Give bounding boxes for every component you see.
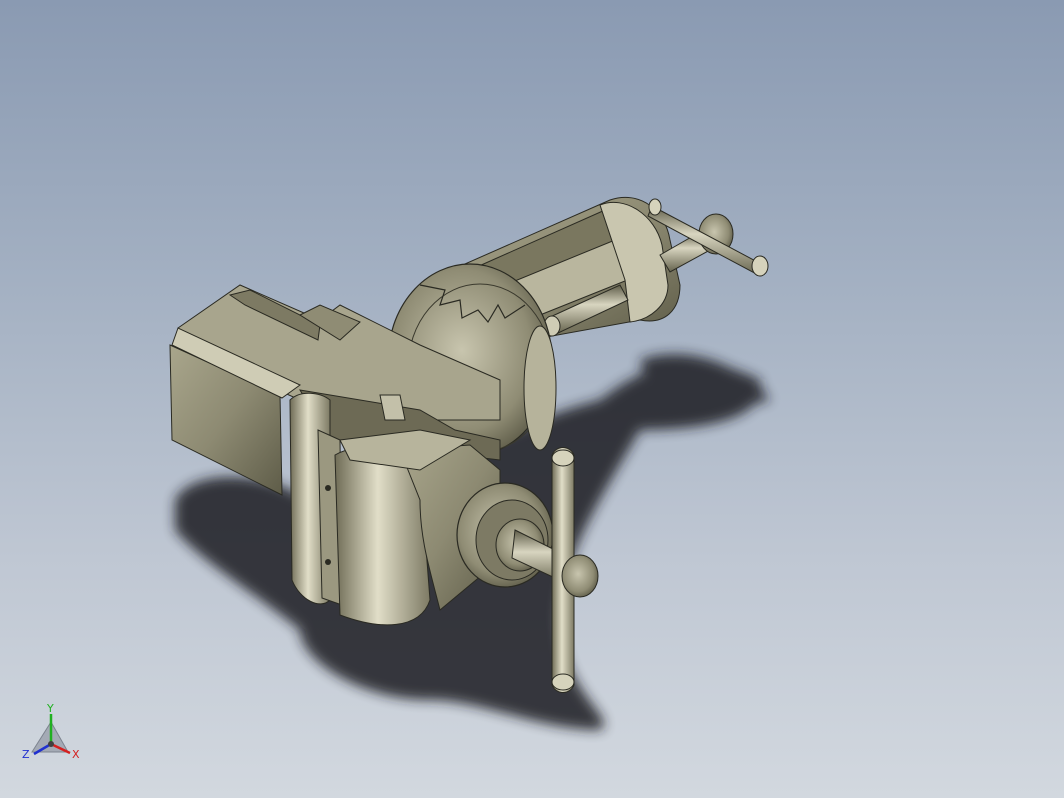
vise-3d-model[interactable] bbox=[0, 0, 1064, 798]
front-spindle-boss bbox=[456, 482, 554, 588]
graphics-viewport[interactable]: Y X Z bbox=[0, 0, 1064, 798]
jaw-screw-hole bbox=[325, 485, 331, 491]
y-axis-label: Y bbox=[46, 702, 54, 715]
x-axis-label: X bbox=[72, 748, 80, 761]
jaw-screw-hole bbox=[325, 559, 331, 565]
view-orientation-triad[interactable]: Y X Z bbox=[18, 700, 88, 770]
z-axis-label: Z bbox=[22, 748, 30, 761]
